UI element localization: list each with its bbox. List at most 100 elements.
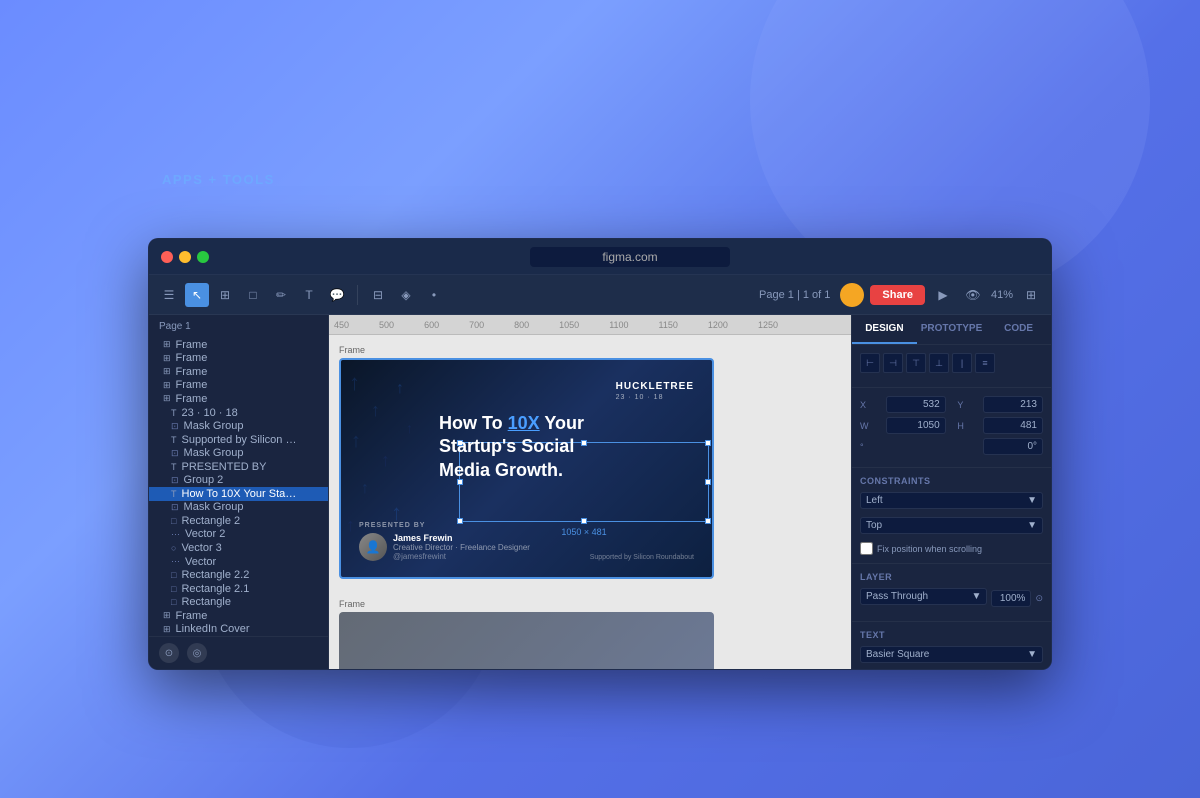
layer-label: Vector 3 xyxy=(181,542,221,554)
x-y-row: X Y xyxy=(860,396,1043,413)
h-constraint-dropdown[interactable]: Left ▼ xyxy=(860,492,1043,509)
layer-mask-group-3[interactable]: ⊡ Mask Group xyxy=(149,501,328,515)
group-icon: ⊡ xyxy=(171,502,179,513)
figma-main-layout: Page 1 ⊞ Frame ⊞ Frame ⊞ Frame ⊞ Frame ⊞… xyxy=(149,315,1051,669)
community-icon[interactable]: ⊙ xyxy=(159,643,179,663)
browser-window: figma.com ☰ ↖ ⊞ □ ✏ T 💬 ⊟ ◈ • Page 1 | 1… xyxy=(148,238,1052,670)
pen-tool[interactable]: ✏ xyxy=(269,283,293,307)
y-input[interactable] xyxy=(983,396,1043,413)
align-center-v[interactable]: | xyxy=(952,353,972,373)
slide-card-preview[interactable] xyxy=(339,612,714,669)
sponsor-text: Supported by Silicon Roundabout xyxy=(590,554,694,561)
layer-presented-by[interactable]: T PRESENTED BY xyxy=(149,460,328,474)
eye-icon[interactable]: 👁 xyxy=(961,283,985,307)
x-input[interactable] xyxy=(886,396,946,413)
plugin-icon[interactable]: ◎ xyxy=(187,643,207,663)
layer-frame-2[interactable]: ⊞ Frame xyxy=(149,352,328,366)
handle-tr[interactable] xyxy=(705,440,711,446)
text-tool[interactable]: T xyxy=(297,283,321,307)
handle-rm[interactable] xyxy=(705,479,711,485)
layer-frame-1[interactable]: ⊞ Frame xyxy=(149,338,328,352)
layer-frame-4[interactable]: ⊞ Frame xyxy=(149,379,328,393)
address-bar[interactable]: figma.com xyxy=(530,247,730,267)
handle-br[interactable] xyxy=(705,518,711,524)
v-constraint-dropdown[interactable]: Top ▼ xyxy=(860,517,1043,534)
w-label: W xyxy=(860,421,874,431)
align-bottom[interactable]: ≡ xyxy=(975,353,995,373)
layer-rect-21[interactable]: □ Rectangle 2.1 xyxy=(149,582,328,596)
share-button[interactable]: Share xyxy=(870,285,925,305)
canvas-content: Frame ↑ ↑ ↑ ↑ ↑ ↑ ↑ ↑ xyxy=(329,335,851,669)
more-tool[interactable]: • xyxy=(422,283,446,307)
w-h-row: W H xyxy=(860,417,1043,434)
layer-frame-5[interactable]: ⊞ Frame xyxy=(149,392,328,406)
ruler-marks: 450 500 600 700 800 1050 1100 1150 1200 … xyxy=(334,320,778,330)
present-icon[interactable]: ▶ xyxy=(931,283,955,307)
comment-tool[interactable]: 💬 xyxy=(325,283,349,307)
rotation-label: ° xyxy=(860,442,874,452)
y-label: Y xyxy=(957,400,971,410)
align-buttons: ⊢ ⊣ ⊤ ⊥ | ≡ xyxy=(860,353,1043,373)
frame-icon: ⊞ xyxy=(163,366,171,377)
layer-frame-3[interactable]: ⊞ Frame xyxy=(149,365,328,379)
layer-label: LinkedIn Cover xyxy=(176,623,250,635)
fix-scroll-row: Fix position when scrolling xyxy=(860,542,1043,555)
align-center-h[interactable]: ⊣ xyxy=(883,353,903,373)
maximize-dot[interactable] xyxy=(197,251,209,263)
grid-icon[interactable]: ⊞ xyxy=(1019,283,1043,307)
align-top[interactable]: ⊥ xyxy=(929,353,949,373)
w-input[interactable] xyxy=(886,417,946,434)
component-tool[interactable]: ⊟ xyxy=(366,283,390,307)
right-tabs: DESIGN PROTOTYPE CODE xyxy=(852,315,1051,345)
layer-vector-1[interactable]: ⋯ Vector xyxy=(149,555,328,569)
layer-section: LAYER Pass Through ▼ ⊙ xyxy=(852,564,1051,622)
tab-code[interactable]: CODE xyxy=(986,315,1051,344)
h-input[interactable] xyxy=(983,417,1043,434)
opacity-input[interactable] xyxy=(991,590,1031,607)
layer-mask-group-1[interactable]: ⊡ Mask Group xyxy=(149,419,328,433)
fix-scroll-label: Fix position when scrolling xyxy=(877,544,982,554)
group-icon: ⊡ xyxy=(171,475,179,486)
layer-vector-3[interactable]: ○ Vector 3 xyxy=(149,541,328,555)
tab-prototype[interactable]: PROTOTYPE xyxy=(917,315,987,344)
fix-scroll-checkbox[interactable] xyxy=(860,542,873,555)
group-icon: ⊡ xyxy=(171,421,179,432)
text-title: TEXT xyxy=(860,630,1043,640)
layer-rect-2[interactable]: □ Rectangle 2 xyxy=(149,514,328,528)
layer-rect-22[interactable]: □ Rectangle 2.2 xyxy=(149,568,328,582)
layer-mask-group-2[interactable]: ⊡ Mask Group xyxy=(149,446,328,460)
layer-label: Frame xyxy=(176,366,208,378)
layer-date[interactable]: T 23 · 10 · 18 xyxy=(149,406,328,420)
align-right[interactable]: ⊤ xyxy=(906,353,926,373)
frame-label-1: Frame xyxy=(339,345,841,355)
layer-title-selected[interactable]: T How To 10X Your Startup's So... xyxy=(149,487,328,501)
assets-tool[interactable]: ◈ xyxy=(394,283,418,307)
blend-dropdown[interactable]: Pass Through ▼ xyxy=(860,588,987,605)
close-dot[interactable] xyxy=(161,251,173,263)
constraints-title: CONSTRAINTS xyxy=(860,476,1043,486)
frame-icon: ⊞ xyxy=(163,393,171,404)
menu-icon[interactable]: ☰ xyxy=(157,283,181,307)
slide-card-main[interactable]: ↑ ↑ ↑ ↑ ↑ ↑ ↑ ↑ ↑ xyxy=(339,358,714,579)
tab-design[interactable]: DESIGN xyxy=(852,315,917,344)
minimize-dot[interactable] xyxy=(179,251,191,263)
rotation-input[interactable] xyxy=(983,438,1043,455)
layer-label: Frame xyxy=(176,339,208,351)
page-info: Page 1 | 1 of 1 xyxy=(759,289,830,301)
frame-tool[interactable]: ⊞ xyxy=(213,283,237,307)
layer-linkedin[interactable]: ⊞ LinkedIn Cover xyxy=(149,622,328,636)
layer-label: Mask Group xyxy=(184,501,244,513)
layer-supported[interactable]: T Supported by Silicon Roundab... xyxy=(149,433,328,447)
font-name-dropdown[interactable]: Basier Square ▼ xyxy=(860,646,1043,663)
layer-rect-1[interactable]: □ Rectangle xyxy=(149,595,328,609)
layer-label: Frame xyxy=(176,379,208,391)
layer-group-2[interactable]: ⊡ Group 2 xyxy=(149,473,328,487)
layer-vector-2[interactable]: ⋯ Vector 2 xyxy=(149,528,328,542)
shape-tool[interactable]: □ xyxy=(241,283,265,307)
layer-label: Supported by Silicon Roundab... xyxy=(182,434,302,446)
h-constraint-row: Left ▼ xyxy=(860,492,1043,513)
select-tool[interactable]: ↖ xyxy=(185,283,209,307)
font-name-row: Basier Square ▼ xyxy=(860,646,1043,667)
layer-frame-6[interactable]: ⊞ Frame xyxy=(149,609,328,623)
align-left[interactable]: ⊢ xyxy=(860,353,880,373)
